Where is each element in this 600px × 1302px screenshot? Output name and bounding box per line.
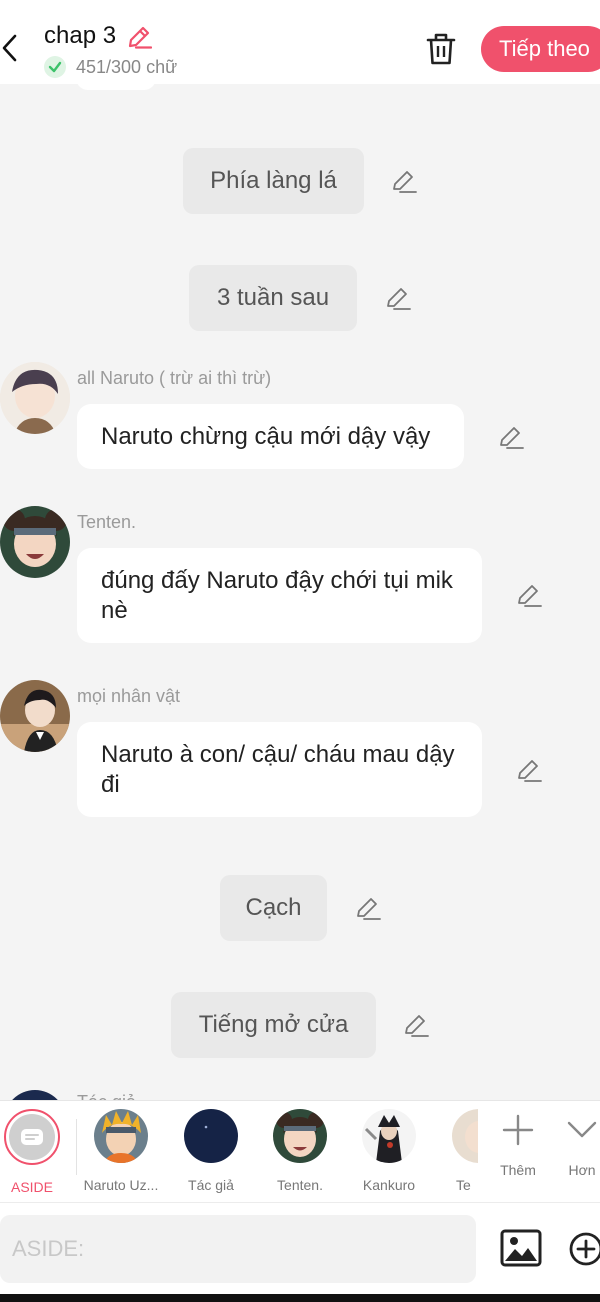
dialogue-bubble[interactable]: đúng đấy Naruto đậy chới tụi mik nè xyxy=(77,548,482,643)
narration-bubble[interactable]: 3 tuần sau xyxy=(189,265,357,331)
character-aside[interactable]: ASIDE xyxy=(0,1109,72,1195)
plus-icon xyxy=(502,1114,534,1146)
check-icon xyxy=(44,56,66,78)
avatar-kankuro xyxy=(362,1109,416,1163)
avatar[interactable] xyxy=(4,1090,66,1100)
edit-pencil-icon[interactable] xyxy=(403,1012,429,1038)
top-bar: chap 3 451/300 chữ Tiếp theo xyxy=(0,0,600,84)
avatar-author xyxy=(184,1109,238,1163)
character-kankuro[interactable]: Kankuro xyxy=(349,1109,429,1193)
edit-pencil-icon[interactable] xyxy=(355,895,381,921)
edit-pencil-icon[interactable] xyxy=(391,168,417,194)
character-tenten[interactable]: Tenten. xyxy=(260,1109,340,1193)
previous-message-bubble[interactable] xyxy=(76,84,156,90)
word-count-text: 451/300 chữ xyxy=(76,56,178,77)
avatar[interactable] xyxy=(0,506,70,578)
chat-area[interactable]: Phía làng lá 3 tuần sau all Naruto ( trừ… xyxy=(0,84,600,1100)
character-label: Tác giả xyxy=(188,1177,234,1193)
character-label: Tenten. xyxy=(277,1177,323,1193)
system-nav-bar xyxy=(0,1294,600,1302)
word-count: 451/300 chữ xyxy=(44,56,177,78)
back-icon[interactable] xyxy=(0,30,24,66)
dialogue-bubble[interactable]: Naruto chừng cậu mới dậy vậy xyxy=(77,404,464,469)
chapter-title: chap 3 xyxy=(44,22,117,49)
add-circle-icon[interactable] xyxy=(568,1231,600,1267)
more-label: Hơn xyxy=(568,1162,596,1178)
speaker-name: all Naruto ( trừ ai thì trừ) xyxy=(77,368,272,388)
character-label: Naruto Uz... xyxy=(83,1177,159,1193)
next-button[interactable]: Tiếp theo xyxy=(481,26,600,72)
input-bar xyxy=(0,1202,600,1294)
edit-pencil-icon[interactable] xyxy=(516,757,542,783)
edit-pencil-icon[interactable] xyxy=(516,582,542,608)
speaker-name: mọi nhân vật xyxy=(77,686,181,706)
narration-bubble[interactable]: Cạch xyxy=(220,875,327,941)
narration-bubble[interactable]: Phía làng lá xyxy=(183,148,364,214)
aside-icon xyxy=(9,1114,55,1160)
character-label: Kankuro xyxy=(362,1177,416,1193)
edit-pencil-icon[interactable] xyxy=(498,424,524,450)
edit-pencil-icon[interactable] xyxy=(385,285,411,311)
character-bar: ASIDE Naruto Uz... Tác giả Tenten. Kanku… xyxy=(0,1100,600,1202)
avatar-tenten xyxy=(273,1109,327,1163)
character-label: ASIDE xyxy=(10,1179,53,1195)
character-label: Te xyxy=(456,1177,471,1193)
avatar-naruto xyxy=(94,1109,148,1163)
edit-title-icon[interactable] xyxy=(126,24,152,50)
message-input[interactable] xyxy=(0,1215,476,1283)
speaker-name: Tác giả xyxy=(77,1092,136,1100)
add-character-button[interactable]: Thêm xyxy=(488,1113,548,1178)
image-icon[interactable] xyxy=(500,1229,542,1267)
trash-icon[interactable] xyxy=(426,32,456,66)
character-author[interactable]: Tác giả xyxy=(171,1109,251,1193)
character-naruto[interactable]: Naruto Uz... xyxy=(81,1109,161,1193)
narration-bubble[interactable]: Tiếng mở cửa xyxy=(171,992,376,1058)
character-partial[interactable]: Te xyxy=(438,1109,478,1193)
dialogue-bubble[interactable]: Naruto à con/ cậu/ cháu mau dậy đi xyxy=(77,722,482,817)
avatar-partial xyxy=(452,1109,478,1163)
add-label: Thêm xyxy=(500,1162,536,1178)
speaker-name: Tenten. xyxy=(77,512,137,532)
avatar[interactable] xyxy=(0,680,70,752)
chevron-down-icon xyxy=(567,1121,597,1138)
more-characters-button[interactable]: Hơn xyxy=(552,1113,600,1178)
divider xyxy=(76,1119,77,1175)
avatar[interactable] xyxy=(0,362,70,434)
